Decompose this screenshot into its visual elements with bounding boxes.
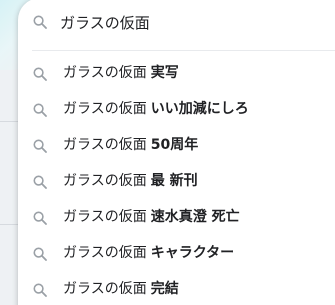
suggestion-completion: 実写	[150, 65, 179, 81]
suggestion-prefix: ガラスの仮面	[63, 281, 147, 297]
search-divider	[32, 50, 335, 51]
suggestion-item[interactable]: ガラスの仮面 実写	[18, 55, 335, 91]
background-divider	[0, 121, 18, 122]
search-icon	[33, 102, 47, 117]
suggestion-completion: キャラクター	[150, 245, 235, 261]
suggestion-prefix: ガラスの仮面	[63, 101, 147, 117]
search-icon	[33, 66, 47, 81]
search-icon	[33, 246, 47, 261]
background-divider	[0, 224, 18, 225]
suggestion-text: ガラスの仮面 実写	[63, 64, 179, 82]
suggestion-prefix: ガラスの仮面	[63, 209, 147, 225]
search-icon	[33, 210, 47, 225]
search-autocomplete-dropdown: ガラスの仮面実写 ガラスの仮面いい加減にしろ ガ	[18, 0, 335, 305]
suggestion-text: ガラスの仮面 50周年	[63, 136, 198, 154]
suggestion-text: ガラスの仮面 速水真澄 死亡	[63, 208, 240, 226]
suggestion-completion: 速水真澄 死亡	[150, 209, 240, 225]
search-icon	[33, 14, 47, 29]
suggestion-prefix: ガラスの仮面	[63, 245, 147, 261]
suggestion-prefix: ガラスの仮面	[63, 173, 147, 189]
suggestion-completion: いい加減にしろ	[150, 101, 249, 117]
suggestion-completion: 最 新刊	[150, 173, 198, 189]
page: ガラスの仮面実写 ガラスの仮面いい加減にしろ ガ	[0, 0, 335, 305]
suggestion-item[interactable]: ガラスの仮面 キャラクター	[18, 235, 335, 271]
suggestion-item[interactable]: ガラスの仮面 いい加減にしろ	[18, 91, 335, 127]
suggestion-prefix: ガラスの仮面	[63, 65, 147, 81]
suggestion-text: ガラスの仮面 完結	[63, 280, 179, 298]
suggestion-item[interactable]: ガラスの仮面 50周年	[18, 127, 335, 163]
suggestion-text: ガラスの仮面 キャラクター	[63, 244, 234, 262]
suggestion-text: ガラスの仮面最 新刊	[63, 172, 198, 190]
suggestion-item[interactable]: ガラスの仮面最 新刊	[18, 163, 335, 199]
search-icon	[33, 282, 47, 297]
search-icon	[33, 174, 47, 189]
suggestion-prefix: ガラスの仮面	[63, 137, 147, 153]
search-icon	[33, 138, 47, 153]
suggestion-item[interactable]: ガラスの仮面 速水真澄 死亡	[18, 199, 335, 235]
suggestion-item[interactable]: ガラスの仮面 完結	[18, 271, 335, 305]
suggestion-completion: 完結	[150, 281, 179, 297]
suggestion-list: ガラスの仮面 実写 ガラスの仮面 いい加減にしろ ガラスの仮面 50周年 ガラス…	[18, 55, 335, 305]
suggestion-text: ガラスの仮面 いい加減にしろ	[63, 100, 249, 118]
suggestion-completion: 50周年	[150, 137, 199, 153]
search-box[interactable]	[18, 0, 335, 44]
search-input[interactable]	[60, 11, 330, 33]
